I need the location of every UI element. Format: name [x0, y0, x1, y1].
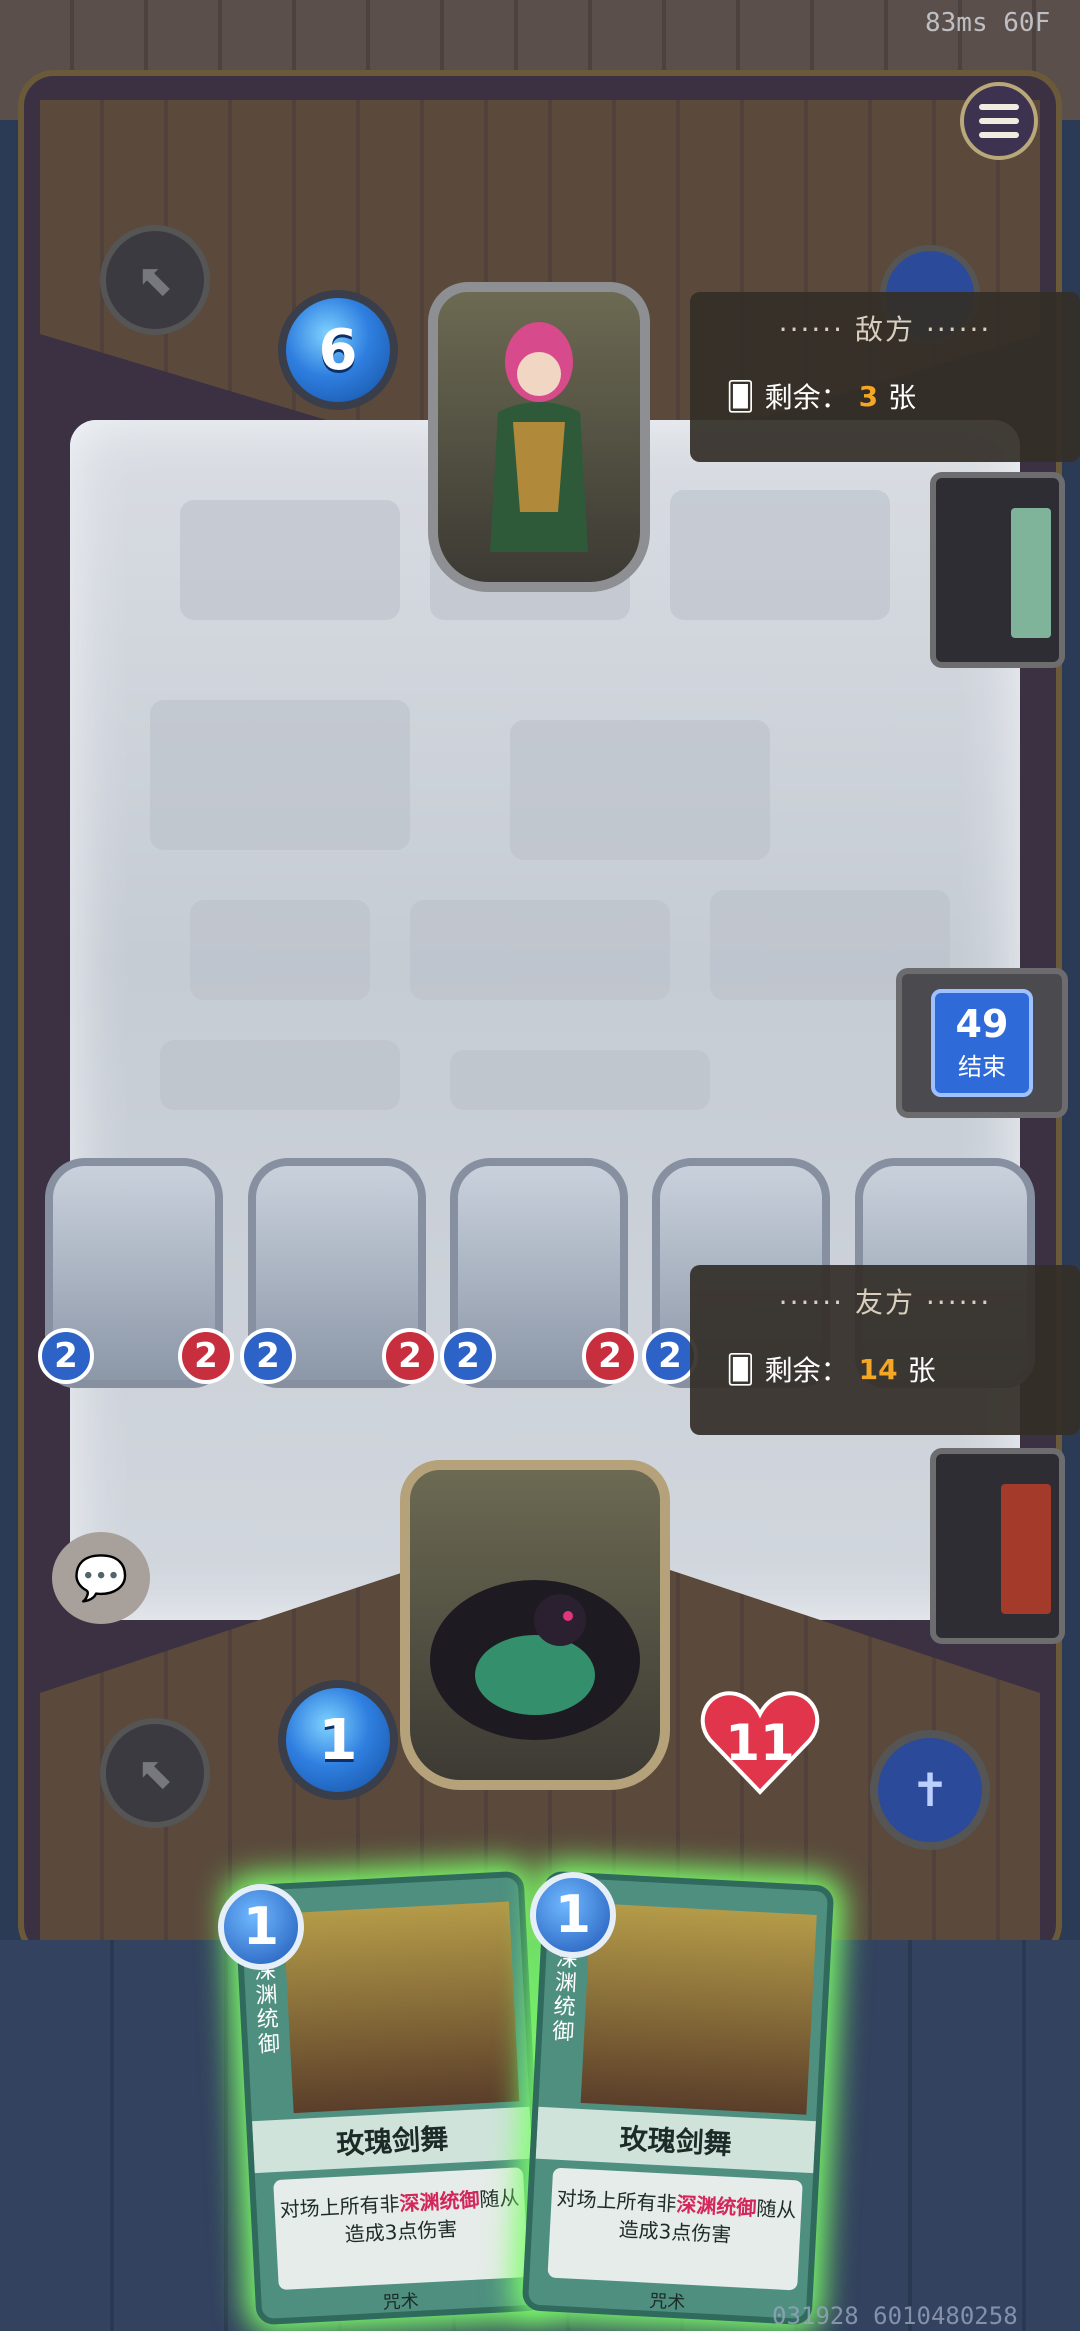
card-art	[283, 1901, 520, 2114]
opponent-hero-power-slot[interactable]: ⬉	[100, 225, 210, 335]
player-panel-title: ······ 友方 ······	[778, 1286, 992, 1319]
player-info-panel: ······ 友方 ······ 🂠 剩余： 14 张	[690, 1265, 1080, 1435]
opponent-hero-art	[490, 322, 588, 552]
card-cost: 1	[530, 1872, 616, 1958]
chat-button[interactable]: 💬	[52, 1532, 150, 1624]
minion-attack: 2	[440, 1328, 496, 1384]
card-tribe: 深渊统御	[551, 1946, 579, 2046]
player-graveyard-button[interactable]: ✝	[870, 1730, 990, 1850]
fps-indicator: 83ms 60F	[925, 8, 1051, 38]
chat-icon: 💬	[73, 1553, 129, 1604]
card-tribe: 深渊统御	[253, 1958, 281, 2058]
menu-icon	[979, 104, 1019, 110]
player-remaining-count: 14	[858, 1352, 898, 1386]
end-turn-label: 结束	[958, 1052, 1006, 1081]
player-remaining-label: 剩余：	[764, 1354, 849, 1387]
opponent-remaining-label: 剩余：	[764, 381, 849, 414]
menu-button[interactable]	[960, 82, 1038, 160]
battlefield	[70, 420, 1020, 1620]
player-deck[interactable]	[930, 1448, 1065, 1644]
player-remaining-unit: 张	[907, 1354, 936, 1387]
card-text: 对场上所有非深渊统御随从造成3点伤害	[273, 2167, 529, 2291]
player-hero-art	[430, 1580, 640, 1740]
arrow-icon: ⬉	[136, 1747, 174, 1799]
player-hero-power-slot[interactable]: ⬉	[100, 1718, 210, 1828]
build-id: 031928 6010480258	[772, 2302, 1018, 2330]
minion-health: 2	[582, 1328, 638, 1384]
player-health: 11	[700, 1688, 820, 1798]
opponent-mana-orb: 6	[278, 290, 398, 410]
opponent-hero-portrait[interactable]	[428, 282, 650, 592]
card-name: 玫瑰剑舞	[535, 2106, 816, 2174]
opponent-info-panel: ······ 敌方 ······ 🂠 剩余： 3 张	[690, 292, 1080, 462]
minion-attack: 2	[38, 1328, 94, 1384]
card-art	[580, 1903, 817, 2115]
tombstone-icon: ✝	[910, 1763, 950, 1817]
opponent-remaining-count: 3	[858, 379, 879, 413]
end-turn-button[interactable]: 49 结束	[896, 968, 1068, 1118]
card-text: 对场上所有非深渊统御随从造成3点伤害	[547, 2167, 803, 2291]
card-name: 玫瑰剑舞	[252, 2106, 533, 2174]
opponent-deck[interactable]	[930, 472, 1065, 668]
arrow-icon: ⬉	[136, 254, 174, 306]
opponent-remaining-unit: 张	[888, 381, 917, 414]
minion-attack: 2	[240, 1328, 296, 1384]
minion-health: 2	[382, 1328, 438, 1384]
player-hero-portrait[interactable]	[400, 1460, 670, 1790]
minion-health: 2	[178, 1328, 234, 1384]
cards-icon: 🂠	[726, 1352, 755, 1386]
cards-icon: 🂠	[726, 379, 755, 413]
opponent-panel-title: ······ 敌方 ······	[778, 313, 992, 346]
player-mana-orb: 1	[278, 1680, 398, 1800]
card-cost: 1	[218, 1884, 304, 1970]
turn-timer: 49	[955, 1001, 1009, 1046]
player-health-value: 11	[725, 1714, 795, 1772]
